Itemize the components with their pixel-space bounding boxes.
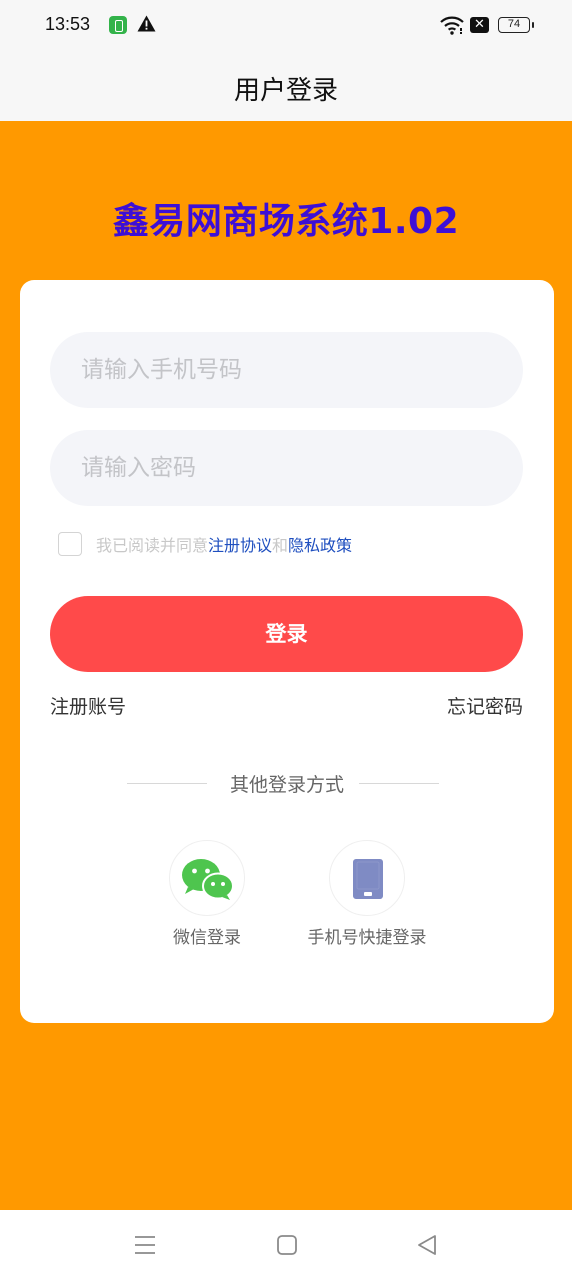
phone-quick-login-label[interactable]: 手机号快捷登录: [292, 923, 442, 948]
other-login-title: 其他登录方式: [229, 774, 344, 796]
phone-input[interactable]: [50, 332, 523, 408]
app-title: 鑫易网商场系统1.02: [112, 201, 460, 242]
back-icon[interactable]: [416, 1234, 438, 1260]
wechat-login-label[interactable]: 微信登录: [157, 923, 257, 948]
header: 用户登录: [0, 52, 572, 121]
close-icon: ✕: [470, 17, 489, 33]
agreement-row: 我已阅读并同意 注册协议 和 隐私政策: [58, 532, 352, 556]
status-time: 13:53: [45, 14, 91, 34]
phone-quick-login-button[interactable]: [329, 840, 405, 916]
status-bar: 13:53 ✕ 74: [0, 0, 572, 52]
wechat-icon: [182, 859, 234, 900]
forgot-password-link[interactable]: 忘记密码: [447, 692, 523, 719]
agree-checkbox[interactable]: [58, 532, 82, 556]
login-button[interactable]: 登录: [50, 596, 523, 672]
agree-and-text: 和: [272, 536, 289, 555]
agree-prefix-text: 我已阅读并同意: [96, 536, 209, 555]
wifi-icon: [440, 15, 464, 39]
phone-icon: [353, 859, 383, 899]
app-notification-icon: [109, 16, 127, 34]
terms-link[interactable]: 注册协议: [208, 532, 272, 556]
warning-icon: [137, 15, 156, 36]
menu-icon[interactable]: [134, 1234, 156, 1260]
navigation-bar: [0, 1210, 572, 1280]
login-card: 我已阅读并同意 注册协议 和 隐私政策 登录 注册账号 忘记密码 其他登录方式 …: [20, 280, 554, 1023]
divider-line: [359, 783, 439, 784]
wechat-login-button[interactable]: [169, 840, 245, 916]
battery-icon: 74: [498, 17, 534, 33]
password-input[interactable]: [50, 430, 523, 506]
page-title: 用户登录: [233, 76, 338, 106]
register-link[interactable]: 注册账号: [50, 692, 126, 719]
home-icon[interactable]: [276, 1234, 298, 1260]
privacy-link[interactable]: 隐私政策: [288, 532, 352, 556]
